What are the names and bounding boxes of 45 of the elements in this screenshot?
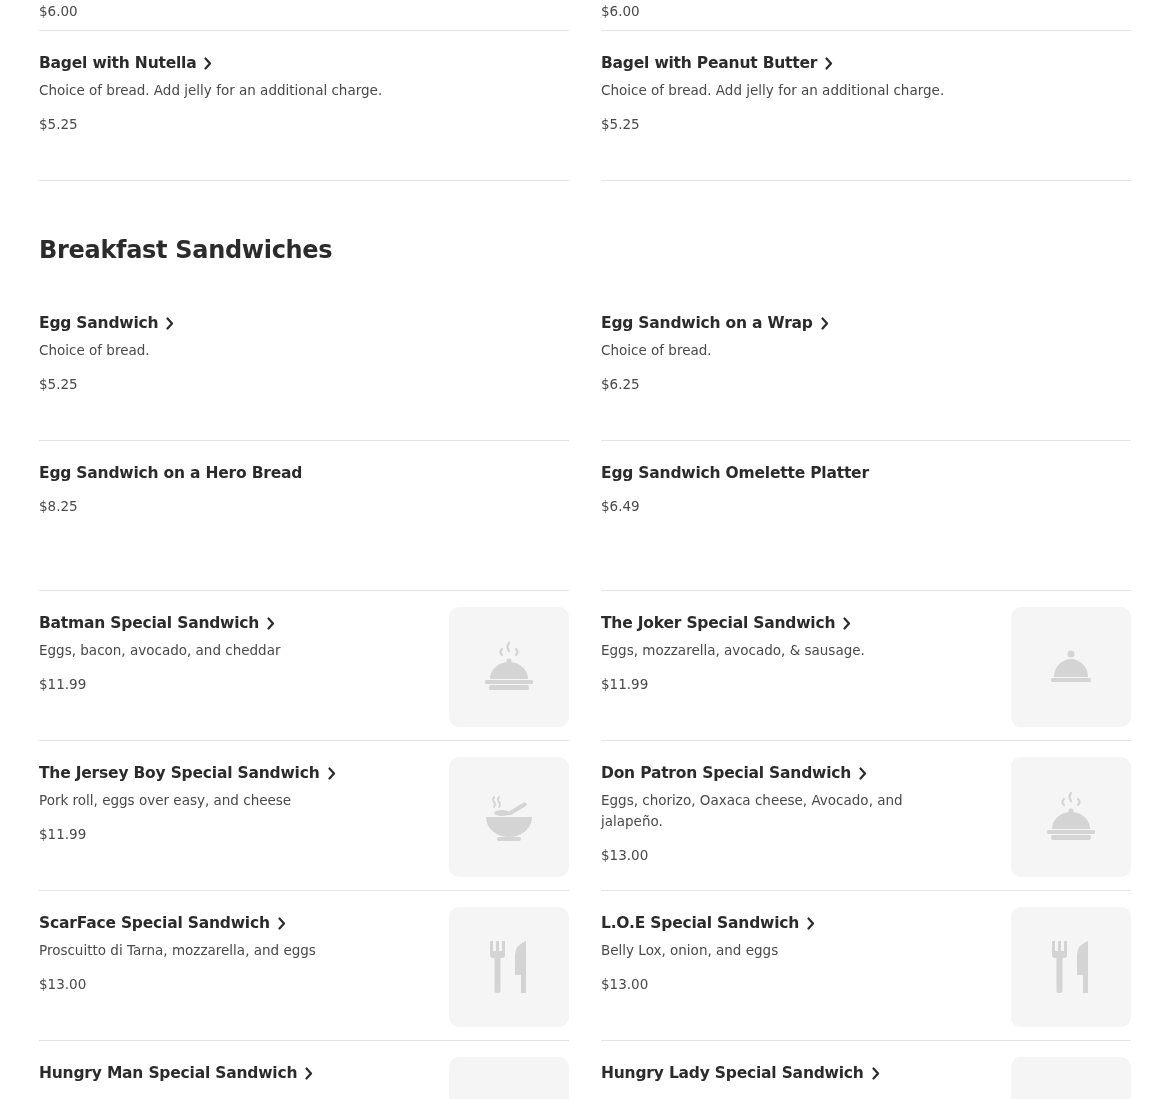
item-name[interactable]: Hungry Lady Special Sandwich <box>601 1063 864 1083</box>
item-name[interactable]: ScarFace Special Sandwich <box>39 913 270 933</box>
item-description: Choice of bread. <box>39 341 150 360</box>
item-price: $5.25 <box>39 375 78 393</box>
item-name[interactable]: Don Patron Special Sandwich <box>601 763 852 783</box>
item-description: Belly Lox, onion, and eggs <box>601 941 779 960</box>
item-price: $11.99 <box>39 825 87 843</box>
item-price: $11.99 <box>39 675 87 693</box>
item-price: $5.25 <box>601 115 640 133</box>
item-name[interactable]: Egg Sandwich on a Hero Bread <box>39 463 303 483</box>
utensils-icon <box>1052 941 1090 993</box>
item-price: $6.49 <box>601 497 640 515</box>
item-price: $11.99 <box>601 675 649 693</box>
steaming-dish-icon <box>483 641 535 693</box>
item-price: $8.25 <box>39 497 78 515</box>
item-name[interactable]: L.O.E Special Sandwich <box>601 913 800 933</box>
item-description: Eggs, bacon, avocado, and cheddar <box>39 641 281 660</box>
item-name[interactable]: Egg Sandwich <box>39 313 159 333</box>
item-price: $6.00 <box>39 2 79 20</box>
item-description: Choice of bread. Add jelly for an additional charge. <box>39 81 383 100</box>
utensils-icon <box>490 941 528 993</box>
item-price: $13.00 <box>601 846 649 864</box>
cloche-icon <box>1051 650 1091 684</box>
item-price: $5.25 <box>39 115 78 133</box>
item-name[interactable]: Egg Sandwich on a Wrap <box>601 313 813 333</box>
section-heading: Breakfast Sandwiches <box>39 236 333 264</box>
item-description: Eggs, chorizo, Oaxaca cheese, Avocado, and jalapeño. <box>601 791 904 831</box>
steaming-dish-icon <box>1045 791 1097 843</box>
item-description: Pork roll, eggs over easy, and cheese <box>39 791 292 810</box>
item-price: $13.00 <box>39 975 87 993</box>
item-name[interactable]: Bagel with Peanut Butter <box>601 53 818 73</box>
item-description: Eggs, mozzarella, avocado, & sausage. <box>601 641 865 660</box>
item-description: Choice of bread. <box>601 341 712 360</box>
item-name[interactable]: Bagel with Nutella <box>39 53 197 73</box>
item-price: $6.00 <box>601 2 641 20</box>
item-price: $13.00 <box>601 975 649 993</box>
item-description: Choice of bread. Add jelly for an additional charge. <box>601 81 945 100</box>
item-price: $6.25 <box>601 375 640 393</box>
item-name[interactable]: Batman Special Sandwich <box>39 613 260 633</box>
item-name[interactable]: The Jersey Boy Special Sandwich <box>39 763 320 783</box>
item-name[interactable]: Hungry Man Special Sandwich <box>39 1063 298 1083</box>
bowl-icon <box>485 793 533 841</box>
item-description: Proscuitto di Tarna, mozzarella, and eggs <box>39 941 316 960</box>
item-name[interactable]: The Joker Special Sandwich <box>601 613 836 633</box>
item-name[interactable]: Egg Sandwich Omelette Platter <box>601 463 869 483</box>
